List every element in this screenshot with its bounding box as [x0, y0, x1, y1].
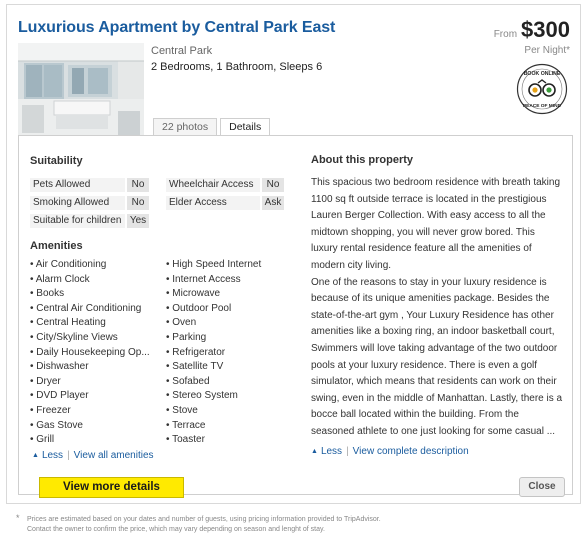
list-item: • DVD Player — [30, 390, 89, 402]
listing-title[interactable]: Luxurious Apartment by Central Park East — [18, 19, 335, 37]
about-heading: About this property — [311, 154, 414, 166]
list-item: • Refrigerator — [166, 346, 226, 358]
suitability-label: Suitable for children — [30, 214, 125, 228]
list-item: • Grill — [30, 434, 55, 446]
per-night-label: Per Night* — [524, 45, 570, 56]
price-block: From $300 — [494, 17, 570, 43]
view-all-amenities-link[interactable]: View all amenities — [74, 450, 154, 461]
apartment-photo-image — [18, 43, 144, 135]
list-item: • Stove — [166, 404, 198, 416]
suitability-value: Ask — [262, 196, 284, 210]
list-item: • Satellite TV — [166, 361, 224, 373]
list-item: • Alarm Clock — [30, 273, 90, 285]
amenities-links: ▲ Less | View all amenities — [32, 450, 154, 461]
chevron-up-icon: ▲ — [311, 448, 318, 455]
link-separator: | — [67, 450, 70, 461]
list-item: • City/Skyline Views — [30, 331, 118, 343]
price-value: $300 — [521, 17, 570, 42]
suitability-label: Smoking Allowed — [30, 196, 125, 210]
listing-location: Central Park — [151, 45, 213, 57]
list-item: • Air Conditioning — [30, 259, 107, 270]
listing-card: Luxurious Apartment by Central Park East… — [6, 4, 581, 504]
price-from-label: From — [493, 29, 518, 40]
footnote-line-2: Contact the owner to confirm the price, … — [27, 525, 325, 533]
amenities-less-link[interactable]: Less — [42, 450, 63, 461]
price-footnote: * Prices are estimated based on your dat… — [16, 513, 381, 534]
about-links: ▲ Less | View complete description — [311, 446, 469, 457]
book-online-badge-icon: BOOK ONLINE PEACE OF MIND — [516, 63, 568, 115]
suitability-value: No — [262, 178, 284, 192]
list-item: • Dishwasher — [30, 361, 89, 373]
list-item: • High Speed Internet — [166, 259, 262, 270]
amenities-heading: Amenities — [30, 240, 83, 252]
about-less-link[interactable]: Less — [321, 446, 342, 457]
chevron-up-icon: ▲ — [32, 452, 39, 459]
list-item: • Gas Stove — [30, 419, 83, 431]
details-panel: Suitability Pets Allowed No Smoking Allo… — [18, 135, 573, 498]
view-complete-description-link[interactable]: View complete description — [353, 446, 469, 457]
listing-summary: 2 Bedrooms, 1 Bathroom, Sleeps 6 — [151, 61, 323, 73]
list-item: • Internet Access — [166, 273, 241, 285]
amenities-col2: • High Speed Internet • Internet Access … — [166, 258, 261, 448]
list-item: • Dryer — [30, 375, 61, 387]
list-item: • Daily Housekeeping Op... — [30, 346, 150, 358]
suitability-label: Elder Access — [166, 196, 260, 210]
suitability-label: Pets Allowed — [30, 178, 125, 192]
amenities-col1: • Air Conditioning • Alarm Clock • Books… — [30, 258, 150, 448]
suitability-value: Yes — [127, 214, 149, 228]
list-item: • Parking — [166, 331, 207, 343]
list-item: • Freezer — [30, 404, 71, 416]
footnote-asterisk: * — [16, 513, 20, 523]
list-item: • Stereo System — [166, 390, 238, 402]
list-item: • Central Air Conditioning — [30, 302, 142, 314]
svg-text:BOOK ONLINE: BOOK ONLINE — [524, 71, 561, 77]
close-button[interactable]: Close — [519, 477, 565, 497]
svg-text:PEACE OF MIND: PEACE OF MIND — [523, 103, 562, 109]
list-item: • Microwave — [166, 288, 221, 300]
view-more-details-button[interactable]: View more details — [39, 477, 184, 498]
suitability-heading: Suitability — [30, 155, 83, 167]
suitability-value: No — [127, 196, 149, 210]
list-item: • Books — [30, 288, 65, 300]
list-item: • Toaster — [166, 434, 205, 446]
footnote-line-1: Prices are estimated based on your dates… — [27, 516, 381, 523]
list-item: • Outdoor Pool — [166, 302, 232, 314]
list-item: • Central Heating — [30, 317, 106, 329]
suitability-value: No — [127, 178, 149, 192]
tab-photos[interactable]: 22 photos — [153, 118, 218, 136]
list-item: • Terrace — [166, 419, 206, 431]
list-item: • Oven — [166, 317, 197, 329]
about-text: This spacious two bedroom residence with… — [311, 177, 563, 437]
link-separator: | — [346, 446, 349, 457]
list-item: • Sofabed — [166, 375, 210, 387]
listing-photo[interactable] — [18, 43, 144, 135]
tab-bar: 22 photos Details — [153, 118, 273, 137]
suitability-label: Wheelchair Access — [166, 178, 260, 192]
